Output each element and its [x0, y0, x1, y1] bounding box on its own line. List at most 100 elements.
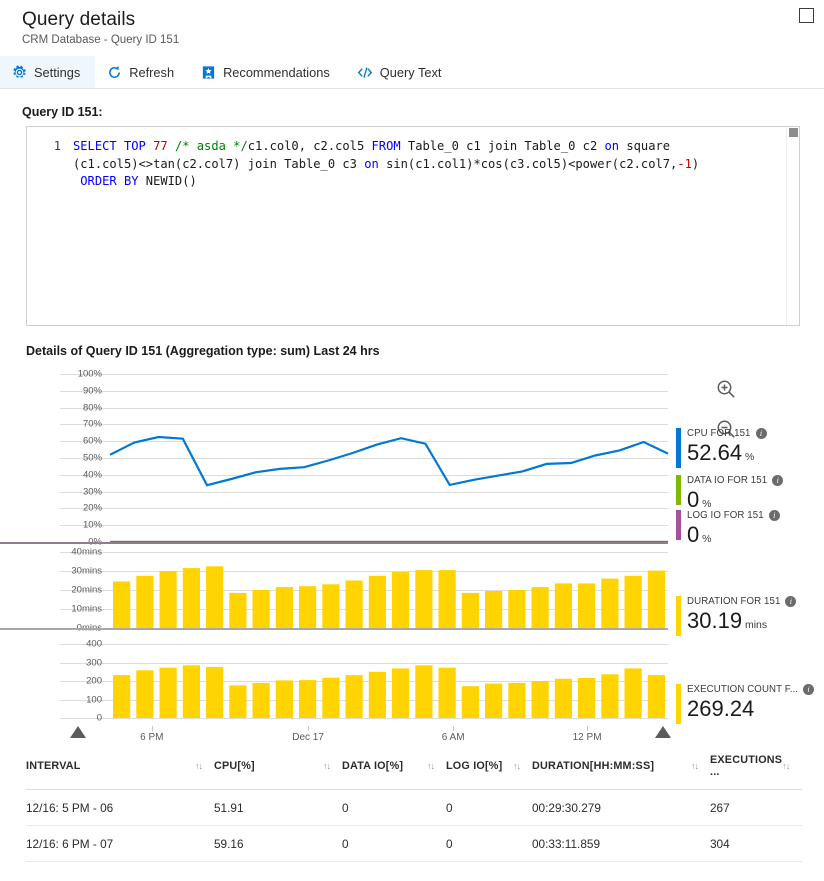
executions-bar[interactable] — [578, 678, 596, 718]
duration-bar[interactable] — [299, 586, 317, 628]
column-header-log-io[interactable]: LOG IO[%] ↑↓ — [446, 760, 532, 772]
duration-bar[interactable] — [508, 590, 526, 628]
duration-bar[interactable] — [438, 570, 456, 628]
chart-title: Details of Query ID 151 (Aggregation typ… — [26, 344, 380, 358]
info-icon[interactable]: i — [755, 428, 767, 439]
sort-icon-duration[interactable]: ↑↓ — [691, 761, 710, 771]
legend-color-swatch — [676, 475, 681, 505]
duration-bar[interactable] — [601, 578, 619, 628]
executions-bar[interactable] — [275, 680, 293, 718]
info-icon[interactable]: i — [772, 475, 784, 486]
executions-bar[interactable] — [345, 675, 363, 718]
info-icon[interactable]: i — [785, 596, 797, 607]
executions-bar[interactable] — [252, 682, 270, 718]
legend-metric-name: LOG IO FOR 151 i — [687, 510, 824, 521]
executions-bar[interactable] — [461, 686, 479, 718]
x-axis-tick-label: 12 PM — [572, 732, 602, 743]
sort-icon-log-io[interactable]: ↑↓ — [513, 761, 532, 771]
duration-bar[interactable] — [368, 575, 386, 629]
executions-bar[interactable] — [229, 685, 247, 718]
duration-bar[interactable] — [647, 570, 665, 628]
duration-bar[interactable] — [415, 570, 433, 628]
code-line-number: 1 — [53, 139, 61, 153]
recommendations-button[interactable]: Recommendations — [189, 56, 345, 88]
cell-duration: 00:29:30.279 — [532, 800, 601, 815]
column-header-interval[interactable]: INTERVAL ↑↓ — [26, 760, 214, 772]
duration-bar[interactable] — [252, 590, 270, 628]
duration-bar[interactable] — [554, 583, 572, 628]
executions-bar[interactable] — [601, 674, 619, 718]
query-text-button[interactable]: Query Text — [345, 56, 457, 88]
executions-bar[interactable] — [438, 667, 456, 718]
cell-duration: 00:33:11.859 — [532, 836, 601, 851]
column-header-cpu[interactable]: CPU[%] ↑↓ — [214, 760, 342, 772]
refresh-button[interactable]: Refresh — [95, 56, 189, 88]
executions-bar[interactable] — [485, 683, 503, 718]
range-start-handle[interactable] — [70, 726, 86, 738]
duration-bar[interactable] — [206, 566, 224, 629]
legend-color-swatch — [676, 596, 681, 636]
code-icon — [357, 65, 373, 80]
sort-icon-interval[interactable]: ↑↓ — [195, 761, 214, 771]
duration-bar[interactable] — [182, 568, 200, 628]
page-title: Query details — [22, 9, 136, 30]
sort-icon-cpu[interactable]: ↑↓ — [323, 761, 342, 771]
page-header: Query details CRM Database - Query ID 15… — [0, 0, 824, 47]
line-series-cpu-for-151 — [109, 435, 669, 487]
refresh-icon — [107, 65, 122, 80]
legend-metric-name: CPU FOR 151 i — [687, 428, 824, 439]
legend-metric-value: 0 % — [687, 522, 712, 547]
table-row[interactable]: 12/16: 5 PM - 06 51.91 0 0 00:29:30.279 267 — [26, 790, 802, 826]
duration-bar[interactable] — [624, 575, 642, 629]
duration-bar[interactable] — [159, 571, 177, 628]
executions-bar[interactable] — [508, 682, 526, 718]
executions-bar[interactable] — [392, 668, 410, 718]
executions-bar[interactable] — [415, 665, 433, 718]
query-code-box[interactable]: 1 SELECT TOP 77 /* asda */c1.col0, c2.co… — [26, 126, 800, 326]
x-axis-tickmark — [587, 726, 589, 731]
legend-card: EXECUTION COUNT F... i 269.24 — [676, 684, 824, 726]
duration-bar[interactable] — [113, 581, 131, 628]
executions-bar[interactable] — [554, 678, 572, 718]
info-icon[interactable]: i — [803, 684, 815, 695]
column-header-data-io[interactable]: DATA IO[%] ↑↓ — [342, 760, 446, 772]
duration-bar[interactable] — [275, 587, 293, 628]
duration-bar[interactable] — [322, 584, 340, 628]
settings-button[interactable]: Settings — [0, 56, 96, 88]
executions-bar[interactable] — [322, 677, 340, 718]
duration-bar[interactable] — [136, 575, 154, 629]
settings-label: Settings — [34, 64, 81, 80]
executions-bar[interactable] — [159, 667, 177, 718]
query-code-text: SELECT TOP 77 /* asda */c1.col0, c2.col5… — [73, 139, 700, 188]
duration-bar[interactable] — [578, 583, 596, 628]
duration-bar[interactable] — [392, 571, 410, 628]
duration-bar[interactable] — [345, 580, 363, 629]
executions-bar[interactable] — [647, 675, 665, 718]
table-row[interactable]: 12/16: 6 PM - 07 59.16 0 0 00:33:11.859 304 — [26, 826, 802, 862]
executions-bar[interactable] — [182, 665, 200, 718]
executions-bar[interactable] — [531, 681, 549, 718]
executions-bar[interactable] — [368, 671, 386, 719]
sort-icon-data-io[interactable]: ↑↓ — [427, 761, 446, 771]
code-scrollbar-thumb[interactable] — [789, 128, 798, 137]
refresh-label: Refresh — [129, 64, 175, 80]
sort-icon-executions[interactable]: ↑↓ — [782, 761, 801, 771]
duration-bar[interactable] — [229, 592, 247, 628]
cell-executions: 304 — [710, 836, 730, 851]
executions-bar[interactable] — [299, 680, 317, 718]
executions-bar[interactable] — [624, 668, 642, 718]
column-header-duration[interactable]: DURATION[HH:MM:SS] ↑↓ — [532, 760, 710, 772]
info-icon[interactable]: i — [768, 510, 780, 521]
duration-bar[interactable] — [461, 592, 479, 628]
percentage-axis-baseline — [0, 542, 668, 544]
legend-metric-name: EXECUTION COUNT F... i — [687, 684, 824, 695]
column-header-executions[interactable]: EXECUTIONS ... ↑↓ — [710, 754, 800, 778]
duration-bar[interactable] — [485, 591, 503, 628]
executions-bar[interactable] — [113, 675, 131, 718]
duration-bar[interactable] — [531, 587, 549, 628]
executions-bar[interactable] — [136, 670, 154, 718]
maximize-button[interactable] — [799, 8, 814, 23]
executions-bar[interactable] — [206, 666, 224, 718]
code-scrollbar[interactable] — [786, 127, 799, 325]
range-end-handle[interactable] — [655, 726, 671, 738]
